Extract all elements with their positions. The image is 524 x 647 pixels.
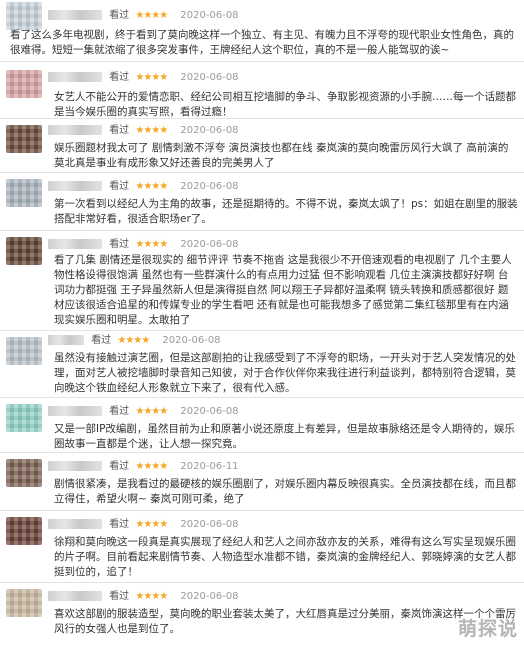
review-meta: 看过 ★★★★ 2020-06-08 <box>48 70 239 86</box>
review-text: 徐翔和莫向晚这一段真是真实展现了经纪人和艺人之间亦敌亦友的关系，难得有这么写实呈… <box>54 536 516 578</box>
review-item: 看过 ★★★★ 2020-06-08 虽然没有接触过演艺圈，但是这部剧拍的让我感… <box>0 331 524 398</box>
avatar[interactable] <box>6 589 42 617</box>
avatar[interactable] <box>6 337 42 365</box>
username[interactable] <box>48 181 102 191</box>
review-text: 又是一部IP改编剧，虽然目前为止和原著小说还原度上有差异，但是故事脉络还是令人期… <box>54 423 515 450</box>
avatar[interactable] <box>6 125 42 153</box>
watched-label: 看过 <box>91 335 112 346</box>
review-date: 2020-06-08 <box>180 125 239 136</box>
review-text: 喜欢这部剧的服装造型，莫向晚的职业套装太美了，大红唇真是过分美丽，秦岚饰演这样一… <box>54 608 516 635</box>
username[interactable] <box>48 406 102 416</box>
review-date: 2020-06-11 <box>180 461 239 472</box>
username[interactable] <box>48 72 102 82</box>
rating-stars: ★★★★ <box>117 335 150 346</box>
review-text: 娱乐圈题材我太可了 剧情刺激不浮夸 演员演技也都在线 秦岚演的莫向晚雷厉风行大飒… <box>54 142 509 169</box>
review-item: 看过 ★★★★ 2020-06-08 看了几集 剧情还是很现实的 细节评评 节奏… <box>0 231 524 331</box>
watched-label: 看过 <box>109 591 130 602</box>
review-item: 看过 ★★★★ 2020-06-08 徐翔和莫向晚这一段真是真实展现了经纪人和艺… <box>0 511 524 583</box>
review-date: 2020-06-08 <box>180 239 239 250</box>
rating-stars: ★★★★ <box>135 10 168 21</box>
watched-label: 看过 <box>109 181 130 192</box>
avatar[interactable] <box>6 237 42 265</box>
review-date: 2020-06-08 <box>180 72 239 83</box>
review-date: 2020-06-08 <box>180 406 239 417</box>
review-item: 看过 ★★★★ 2020-06-08 第一次看到以经纪人为主角的故事，还是挺期待… <box>0 173 524 231</box>
username[interactable] <box>48 461 102 471</box>
watched-label: 看过 <box>109 461 130 472</box>
rating-stars: ★★★★ <box>135 406 168 417</box>
review-item: 看过 ★★★★ 2020-06-08 看了这么多年电视剧，终于看到了莫向晚这样一… <box>0 0 524 62</box>
review-text: 第一次看到以经纪人为主角的故事，还是挺期待的。不得不说，秦岚太飒了！ps：如姐在… <box>54 198 518 225</box>
username[interactable] <box>48 10 102 20</box>
avatar[interactable] <box>6 517 42 545</box>
watched-label: 看过 <box>109 72 130 83</box>
avatar[interactable] <box>6 70 42 98</box>
review-date: 2020-06-08 <box>162 335 221 346</box>
rating-stars: ★★★★ <box>135 72 168 83</box>
review-item: 看过 ★★★★ 2020-06-11 剧情很紧凑，是我看过的最硬核的娱乐圈剧了，… <box>0 453 524 511</box>
review-meta: 看过 ★★★★ 2020-06-08 <box>48 517 239 533</box>
avatar[interactable] <box>6 179 42 207</box>
review-text: 女艺人不能公开的爱情恋职、经纪公司相互挖墙脚的争斗、争取影视资源的小手腕……每一… <box>54 91 516 118</box>
rating-stars: ★★★★ <box>135 181 168 192</box>
review-text: 剧情很紧凑，是我看过的最硬核的娱乐圈剧了，对娱乐圈内幕反映很真实。全员演技都在线… <box>54 478 516 505</box>
review-item: 看过 ★★★★ 2020-06-08 喜欢这部剧的服装造型，莫向晚的职业套装太美… <box>0 583 524 647</box>
rating-stars: ★★★★ <box>135 519 168 530</box>
review-date: 2020-06-08 <box>180 519 239 530</box>
username[interactable] <box>48 125 102 135</box>
review-date: 2020-06-08 <box>180 591 239 602</box>
review-meta: 看过 ★★★★ 2020-06-08 <box>48 333 221 349</box>
review-date: 2020-06-08 <box>180 181 239 192</box>
review-item: 看过 ★★★★ 2020-06-08 女艺人不能公开的爱情恋职、经纪公司相互挖墙… <box>0 62 524 119</box>
review-text: 看了这么多年电视剧，终于看到了莫向晚这样一个独立、有主见、有魄力且不浮夸的现代职… <box>10 29 514 56</box>
watched-label: 看过 <box>109 239 130 250</box>
watermark-logo: 萌探说 <box>457 618 518 640</box>
review-text: 虽然没有接触过演艺圈，但是这部剧拍的让我感受到了不浮夸的职场，一开头对于艺人突发… <box>54 352 516 394</box>
review-date: 2020-06-08 <box>180 10 239 21</box>
username[interactable] <box>48 335 84 345</box>
watched-label: 看过 <box>109 10 130 21</box>
review-meta: 看过 ★★★★ 2020-06-08 <box>48 179 239 195</box>
watched-label: 看过 <box>109 125 130 136</box>
review-text: 看了几集 剧情还是很现实的 细节评评 节奏不拖沓 这是我很少不开倍速观看的电视剧… <box>54 254 512 326</box>
review-item: 看过 ★★★★ 2020-06-08 娱乐圈题材我太可了 剧情刺激不浮夸 演员演… <box>0 119 524 173</box>
review-meta: 看过 ★★★★ 2020-06-08 <box>48 404 239 420</box>
review-meta: 看过 ★★★★ 2020-06-08 <box>48 589 239 605</box>
review-meta: 看过 ★★★★ 2020-06-11 <box>48 459 239 475</box>
avatar[interactable] <box>6 2 42 30</box>
avatar[interactable] <box>6 404 42 432</box>
rating-stars: ★★★★ <box>135 125 168 136</box>
watched-label: 看过 <box>109 406 130 417</box>
username[interactable] <box>48 591 102 601</box>
username[interactable] <box>48 519 102 529</box>
rating-stars: ★★★★ <box>135 461 168 472</box>
rating-stars: ★★★★ <box>135 239 168 250</box>
username[interactable] <box>48 239 102 249</box>
rating-stars: ★★★★ <box>135 591 168 602</box>
review-meta: 看过 ★★★★ 2020-06-08 <box>48 237 239 253</box>
watched-label: 看过 <box>109 519 130 530</box>
review-meta: 看过 ★★★★ 2020-06-08 <box>48 8 239 24</box>
review-meta: 看过 ★★★★ 2020-06-08 <box>48 123 239 139</box>
avatar[interactable] <box>6 459 42 487</box>
review-item: 看过 ★★★★ 2020-06-08 又是一部IP改编剧，虽然目前为止和原著小说… <box>0 398 524 453</box>
